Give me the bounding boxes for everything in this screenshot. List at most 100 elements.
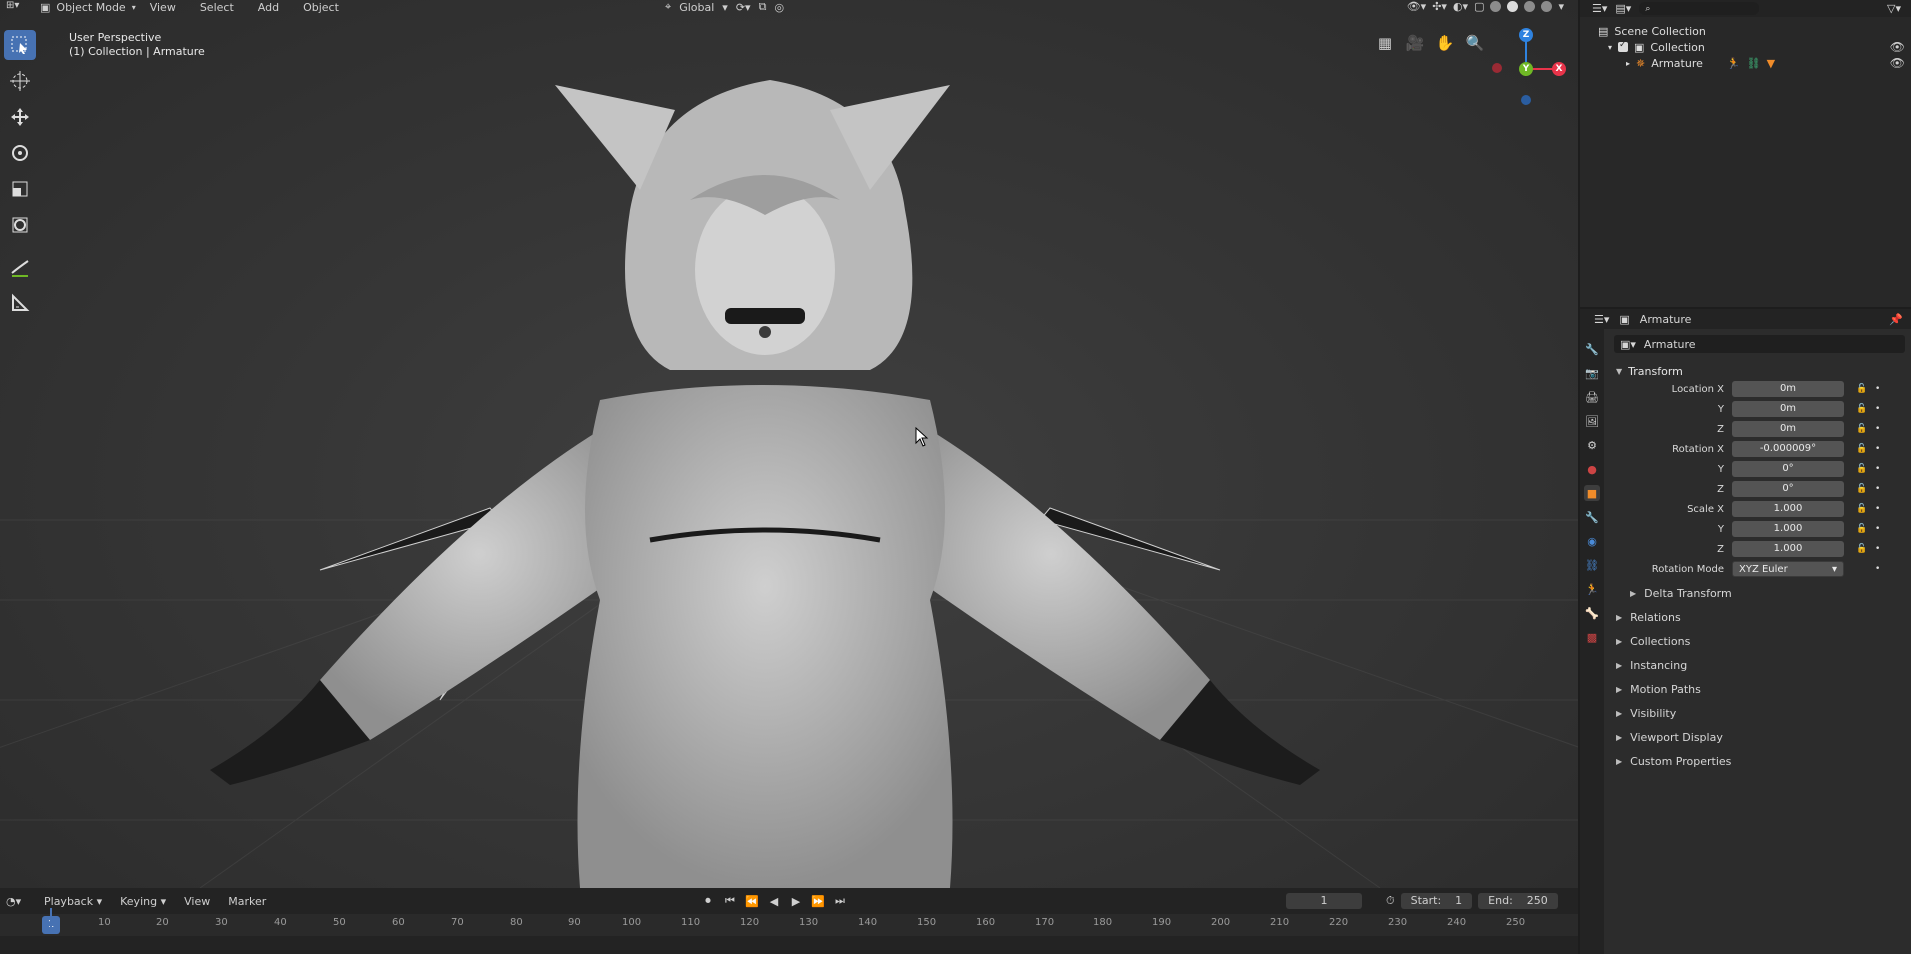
jump-end-icon[interactable]: ⏭ [832, 894, 848, 908]
world-tab-icon[interactable]: ● [1584, 461, 1600, 477]
measure-icon[interactable] [4, 288, 36, 318]
search-field[interactable]: ⌕ [1639, 2, 1760, 15]
keyframe-dot-icon[interactable]: • [1875, 504, 1880, 514]
transform-orientation[interactable]: ⌖ Global ▾ ⟳▾ ⧉ ◎ [665, 0, 784, 14]
rendered-shading-icon[interactable] [1541, 1, 1553, 12]
armature-data-tab-icon[interactable]: 🏃 [1584, 581, 1600, 597]
wireframe-shading-icon[interactable] [1490, 1, 1502, 12]
overlays-icon[interactable]: ◐▾ [1453, 0, 1468, 13]
viewport-display-panel[interactable]: ▶ Viewport Display [1608, 725, 1911, 749]
bone-tab-icon[interactable]: 🦴 [1584, 605, 1600, 621]
move-icon[interactable] [4, 102, 36, 132]
keyframe-dot-icon[interactable]: • [1875, 564, 1880, 574]
lock-icon[interactable]: 🔓 [1856, 404, 1867, 414]
keyframe-dot-icon[interactable]: • [1875, 444, 1880, 454]
camera-view-icon[interactable]: 🎥 [1404, 32, 1426, 54]
end-frame-field[interactable]: End: 250 [1478, 893, 1558, 909]
gizmo-toggle-icon[interactable]: ✣▾ [1432, 0, 1447, 13]
xray-icon[interactable]: ▢ [1474, 0, 1484, 13]
axis-neg-x-ball[interactable] [1492, 63, 1502, 73]
menu-marker[interactable]: Marker [228, 895, 266, 908]
lock-icon[interactable]: 🔓 [1856, 504, 1867, 514]
axis-neg-z-ball[interactable] [1521, 95, 1531, 105]
chevron-down-icon[interactable]: ▾ [1558, 0, 1564, 13]
select-box-icon[interactable] [4, 30, 36, 60]
chevron-right-icon[interactable]: ▸ [1626, 59, 1630, 68]
scale-z-field[interactable]: 1.000 [1732, 541, 1844, 557]
chevron-down-icon[interactable]: ▾ [1608, 43, 1612, 52]
constraint-tab-icon[interactable]: ⛓ [1584, 557, 1600, 573]
proportional-icon[interactable]: ◎ [774, 1, 784, 14]
lock-icon[interactable]: 🔓 [1856, 384, 1867, 394]
location-z-field[interactable]: 0m [1732, 421, 1844, 437]
keyframe-dot-icon[interactable]: • [1875, 484, 1880, 494]
rotation-mode-dropdown[interactable]: XYZ Euler ▾ [1732, 561, 1844, 577]
snap-icon[interactable]: ⧉ [759, 0, 767, 14]
character-model[interactable] [170, 40, 1350, 888]
record-icon[interactable]: ⏺ [700, 894, 716, 908]
menu-keying[interactable]: Keying ▾ [120, 895, 166, 908]
scale-icon[interactable] [4, 174, 36, 204]
scale-x-field[interactable]: 1.000 [1732, 501, 1844, 517]
keyframe-dot-icon[interactable]: • [1875, 404, 1880, 414]
start-frame-field[interactable]: Start: 1 [1400, 893, 1473, 909]
keyframe-dot-icon[interactable]: • [1875, 524, 1880, 534]
menu-object[interactable]: Object [293, 1, 349, 14]
transform-panel-header[interactable]: ▼ Transform [1608, 361, 1911, 381]
physics-tab-icon[interactable]: ◉ [1584, 533, 1600, 549]
visibility-panel[interactable]: ▶ Visibility [1608, 701, 1911, 725]
location-x-field[interactable]: 0m [1732, 381, 1844, 397]
collections-panel[interactable]: ▶ Collections [1608, 629, 1911, 653]
toggle-camera-grid-icon[interactable]: ▦ [1374, 32, 1396, 54]
view-layer-tab-icon[interactable]: 🖼 [1584, 413, 1600, 429]
editor-type-icon[interactable]: ☰▾ [1592, 2, 1607, 15]
lock-icon[interactable]: 🔓 [1856, 524, 1867, 534]
play-reverse-icon[interactable]: ◀ [766, 895, 782, 908]
editor-type-icon[interactable]: ☰▾ [1594, 313, 1609, 326]
lock-icon[interactable]: 🔓 [1856, 484, 1867, 494]
eye-icon[interactable]: 👁 [1890, 40, 1905, 54]
rotate-icon[interactable] [4, 138, 36, 168]
axis-z-ball[interactable]: Z [1519, 28, 1533, 42]
menu-playback[interactable]: Playback ▾ [44, 895, 102, 908]
keyframe-dot-icon[interactable]: • [1875, 544, 1880, 554]
axis-x-ball[interactable]: X [1552, 62, 1566, 76]
keyframe-dot-icon[interactable]: • [1875, 464, 1880, 474]
clock-icon[interactable]: ⏱ [1386, 894, 1395, 908]
object-tab-icon[interactable]: ■ [1584, 485, 1600, 501]
filter-icon[interactable]: ▽▾ [1887, 2, 1901, 15]
instancing-panel[interactable]: ▶ Instancing [1608, 653, 1911, 677]
rotation-z-field[interactable]: 0° [1732, 481, 1844, 497]
solid-shading-icon[interactable] [1507, 1, 1519, 12]
custom-properties-panel[interactable]: ▶ Custom Properties [1608, 749, 1911, 773]
next-keyframe-icon[interactable]: ⏩ [810, 895, 826, 908]
timeline-ruler[interactable]: 1 10 20 30 40 50 60 70 80 90 100 110 120… [0, 914, 1578, 936]
rotation-x-field[interactable]: -0.000009° [1732, 441, 1844, 457]
3d-viewport[interactable]: ⊞▾ ▣ Object Mode ▾ View Select Add Objec… [0, 0, 1578, 888]
menu-add[interactable]: Add [248, 1, 289, 14]
lock-icon[interactable]: 🔓 [1856, 464, 1867, 474]
editor-type-icon[interactable]: ⊞▾ [6, 0, 19, 11]
motion-paths-panel[interactable]: ▶ Motion Paths [1608, 677, 1911, 701]
jump-start-icon[interactable]: ⏮ [722, 894, 738, 908]
pin-icon[interactable]: 📌 [1889, 313, 1903, 326]
pivot-icon[interactable]: ⟳▾ [736, 1, 751, 14]
lock-icon[interactable]: 🔓 [1856, 424, 1867, 434]
relations-panel[interactable]: ▶ Relations [1608, 605, 1911, 629]
navigation-gizmo[interactable]: Z X Y [1480, 24, 1578, 114]
exclude-checkbox[interactable] [1618, 40, 1629, 52]
editor-type-icon[interactable]: ◔▾ [6, 895, 21, 908]
lock-icon[interactable]: 🔓 [1856, 544, 1867, 554]
output-tab-icon[interactable]: 🖨 [1584, 389, 1600, 405]
display-mode-icon[interactable]: ▤▾ [1615, 2, 1631, 15]
axis-y-ball[interactable]: Y [1519, 62, 1533, 76]
delta-transform-subpanel[interactable]: ▶ Delta Transform [1608, 581, 1911, 605]
scale-y-field[interactable]: 1.000 [1732, 521, 1844, 537]
tool-tab-icon[interactable]: 🔧 [1584, 341, 1600, 357]
pan-hand-icon[interactable]: ✋ [1434, 32, 1456, 54]
armature-row[interactable]: ▸ ✵ Armature 🏃 ⛓ ▼ 👁 [1598, 53, 1911, 73]
menu-view[interactable]: View [140, 1, 186, 14]
transform-icon[interactable] [4, 210, 36, 240]
scene-tab-icon[interactable]: ⚙ [1584, 437, 1600, 453]
annotate-icon[interactable] [4, 252, 36, 282]
